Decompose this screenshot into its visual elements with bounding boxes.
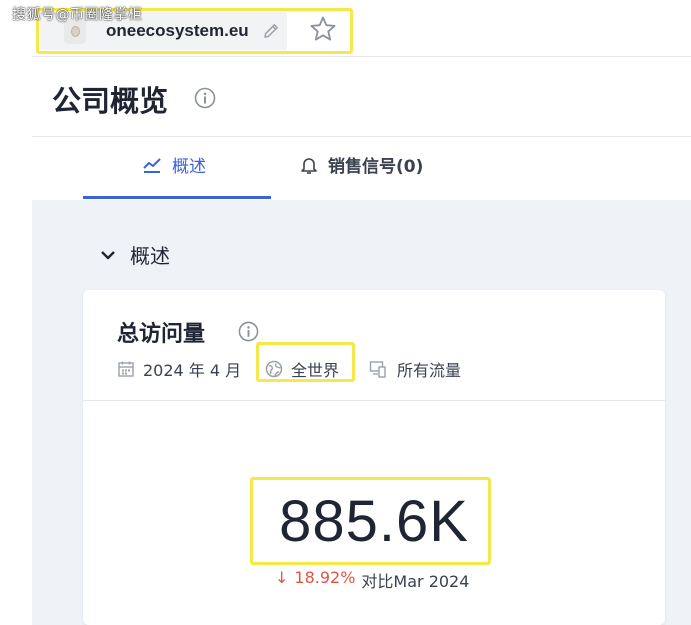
calendar-icon — [118, 361, 134, 377]
traffic-label: 所有流量 — [397, 361, 462, 380]
watermark-text: 搜狐号@币圈隆掌柜 — [12, 7, 143, 23]
region-filter[interactable]: 全世界 — [265, 357, 339, 381]
title-divider — [32, 136, 691, 137]
arrow-down-icon: ↓ — [275, 568, 289, 587]
total-visits-card: 总访问量 2024 年 4 月 全世界 所有流量 885.6K ↓ 18.92%… — [83, 290, 665, 625]
region-label: 全世界 — [291, 361, 340, 380]
trend-line-icon — [143, 157, 161, 173]
company-overview-panel: oneecosystem.eu 公司概览 概述 销售信号(0) 概述 总访问量 … — [32, 0, 691, 625]
info-icon[interactable] — [238, 321, 259, 342]
date-filter[interactable]: 2024 年 4 月 — [117, 357, 241, 381]
traffic-filter[interactable]: 所有流量 — [369, 357, 461, 381]
active-tab-indicator — [83, 196, 271, 199]
chevron-down-icon — [101, 250, 115, 259]
section-title: 概述 — [130, 244, 170, 268]
globe-icon — [265, 360, 283, 378]
card-title: 总访问量 — [117, 322, 206, 347]
total-visits-value: 885.6K — [279, 489, 469, 554]
bell-icon — [301, 157, 317, 174]
change-indicator: ↓ 18.92% 对比Mar 2024 — [275, 568, 469, 592]
tab-overview-label: 概述 — [172, 157, 206, 177]
tab-overview[interactable]: 概述 — [142, 152, 206, 177]
section-overview-toggle[interactable]: 概述 — [100, 240, 170, 269]
devices-icon — [369, 361, 386, 378]
edit-pencil-icon[interactable] — [262, 22, 280, 40]
tab-sales-signals-label: 销售信号(0) — [328, 157, 424, 177]
page-title: 公司概览 — [52, 84, 169, 118]
domain-name: oneecosystem.eu — [106, 21, 249, 40]
change-percent: 18.92% — [294, 568, 356, 587]
date-label: 2024 年 4 月 — [143, 361, 242, 380]
card-divider — [83, 400, 665, 401]
favorite-star-icon[interactable] — [309, 15, 337, 43]
change-compare: 对比Mar 2024 — [361, 572, 470, 591]
header-divider — [32, 56, 691, 57]
info-icon[interactable] — [194, 87, 216, 109]
tab-sales-signals[interactable]: 销售信号(0) — [300, 152, 423, 177]
